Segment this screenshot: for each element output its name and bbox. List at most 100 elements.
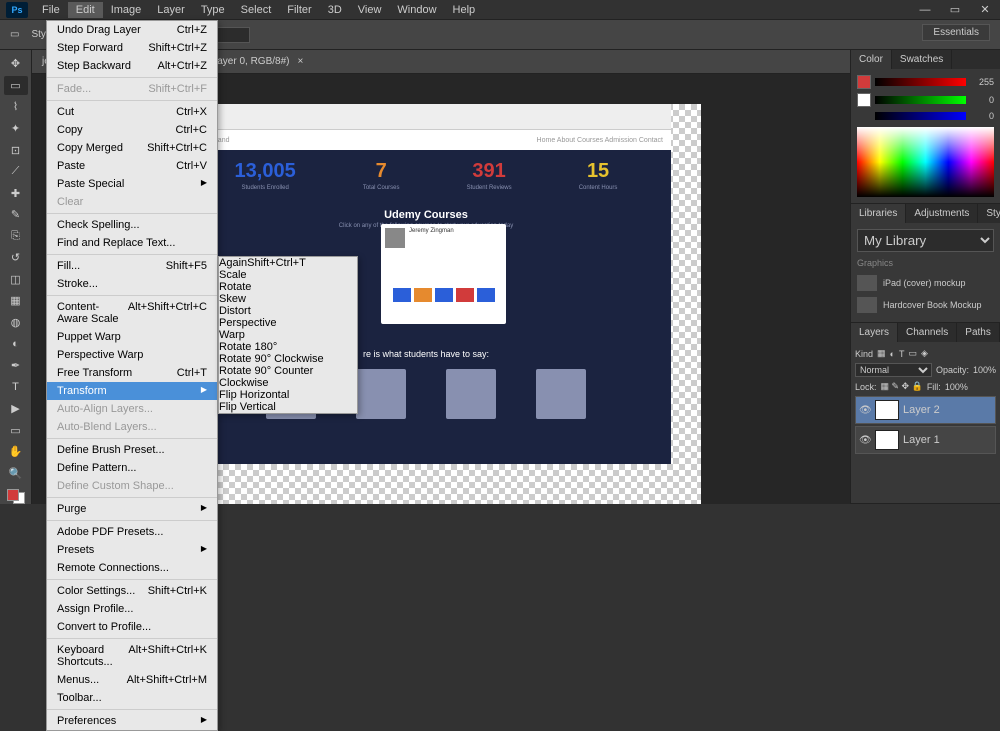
submenu-item-again[interactable]: AgainShift+Ctrl+T	[219, 257, 357, 269]
submenu-item-distort[interactable]: Distort	[219, 305, 357, 317]
path-select-tool[interactable]: ▶	[4, 399, 28, 419]
r-slider[interactable]	[875, 78, 966, 86]
menu-image[interactable]: Image	[103, 2, 150, 18]
tab-styles[interactable]: Styles	[978, 204, 1000, 223]
menu-item-purge[interactable]: Purge▶	[47, 500, 217, 518]
layer-row[interactable]: 👁Layer 1	[855, 426, 996, 454]
menu-item-copy-merged[interactable]: Copy MergedShift+Ctrl+C	[47, 139, 217, 157]
submenu-item-rotate-clockwise[interactable]: Rotate 90° Clockwise	[219, 353, 357, 365]
menu-item-assign-profile-[interactable]: Assign Profile...	[47, 600, 217, 618]
minimize-button[interactable]: —	[910, 0, 940, 20]
library-item[interactable]: Hardcover Book Mockup	[857, 294, 994, 316]
menu-item-paste-special[interactable]: Paste Special▶	[47, 175, 217, 193]
submenu-item-flip-horizontal[interactable]: Flip Horizontal	[219, 389, 357, 401]
menu-item-preferences[interactable]: Preferences▶	[47, 712, 217, 730]
menu-item-undo-drag-layer[interactable]: Undo Drag LayerCtrl+Z	[47, 21, 217, 39]
dodge-tool[interactable]: ◐	[4, 334, 28, 354]
spot-heal-tool[interactable]: ✚	[4, 183, 28, 203]
menu-item-presets[interactable]: Presets▶	[47, 541, 217, 559]
menu-item-content-aware-scale[interactable]: Content-Aware ScaleAlt+Shift+Ctrl+C	[47, 298, 217, 328]
hand-tool[interactable]: ✋	[4, 442, 28, 462]
tab-paths[interactable]: Paths	[957, 323, 1000, 342]
maximize-button[interactable]: ▭	[940, 0, 970, 20]
magic-wand-tool[interactable]: ✦	[4, 119, 28, 139]
menu-3d[interactable]: 3D	[320, 2, 350, 18]
menu-item-puppet-warp[interactable]: Puppet Warp	[47, 328, 217, 346]
g-slider[interactable]	[875, 96, 966, 104]
clone-stamp-tool[interactable]: ⎘	[4, 227, 28, 247]
lock-icons[interactable]: ▦ ✎ ✥ 🔒	[881, 381, 923, 392]
menu-item-copy[interactable]: CopyCtrl+C	[47, 121, 217, 139]
menu-item-find-and-replace-text-[interactable]: Find and Replace Text...	[47, 234, 217, 252]
eraser-tool[interactable]: ◫	[4, 270, 28, 290]
menu-filter[interactable]: Filter	[279, 2, 319, 18]
history-brush-tool[interactable]: ↺	[4, 248, 28, 268]
submenu-item-skew[interactable]: Skew	[219, 293, 357, 305]
shape-tool[interactable]: ▭	[4, 421, 28, 441]
menu-window[interactable]: Window	[389, 2, 444, 18]
visibility-icon[interactable]: 👁	[859, 435, 871, 446]
menu-item-transform[interactable]: Transform▶	[47, 382, 217, 400]
workspace-switcher[interactable]: Essentials	[922, 24, 990, 41]
library-item[interactable]: iPad (cover) mockup	[857, 272, 994, 294]
eyedropper-tool[interactable]: ⟋	[4, 162, 28, 182]
submenu-item-warp[interactable]: Warp	[219, 329, 357, 341]
menu-item-adobe-pdf-presets-[interactable]: Adobe PDF Presets...	[47, 523, 217, 541]
menu-select[interactable]: Select	[233, 2, 280, 18]
menu-item-menus-[interactable]: Menus...Alt+Shift+Ctrl+M	[47, 671, 217, 689]
menu-item-toolbar-[interactable]: Toolbar...	[47, 689, 217, 707]
fg-color[interactable]	[7, 489, 19, 501]
marquee-tool[interactable]: ▭	[4, 76, 28, 96]
type-tool[interactable]: T	[4, 377, 28, 397]
tab-color[interactable]: Color	[851, 50, 892, 69]
close-button[interactable]: ✕	[970, 0, 1000, 20]
zoom-tool[interactable]: 🔍	[4, 464, 28, 484]
submenu-item-rotate-[interactable]: Rotate 180°	[219, 341, 357, 353]
menu-item-paste[interactable]: PasteCtrl+V	[47, 157, 217, 175]
submenu-item-rotate-counter-clockwise[interactable]: Rotate 90° Counter Clockwise	[219, 365, 357, 389]
filter-smart-icon[interactable]: ◈	[921, 348, 928, 359]
tab-swatches[interactable]: Swatches	[892, 50, 952, 69]
menu-help[interactable]: Help	[445, 2, 484, 18]
menu-item-perspective-warp[interactable]: Perspective Warp	[47, 346, 217, 364]
menu-file[interactable]: File	[34, 2, 68, 18]
submenu-item-scale[interactable]: Scale	[219, 269, 357, 281]
layer-row[interactable]: 👁Layer 2	[855, 396, 996, 424]
library-select[interactable]: My Library	[857, 229, 994, 252]
gradient-tool[interactable]: ▦	[4, 291, 28, 311]
filter-pixel-icon[interactable]: ▦	[877, 348, 886, 359]
menu-item-define-brush-preset-[interactable]: Define Brush Preset...	[47, 441, 217, 459]
submenu-item-perspective[interactable]: Perspective	[219, 317, 357, 329]
b-slider[interactable]	[875, 112, 966, 120]
menu-view[interactable]: View	[350, 2, 390, 18]
filter-adjust-icon[interactable]: ◐	[890, 349, 895, 359]
tab-layers[interactable]: Layers	[851, 323, 898, 342]
menu-item-color-settings-[interactable]: Color Settings...Shift+Ctrl+K	[47, 582, 217, 600]
visibility-icon[interactable]: 👁	[859, 405, 871, 416]
color-spectrum[interactable]	[857, 127, 994, 197]
submenu-item-flip-vertical[interactable]: Flip Vertical	[219, 401, 357, 413]
brush-tool[interactable]: ✎	[4, 205, 28, 225]
menu-item-step-forward[interactable]: Step ForwardShift+Ctrl+Z	[47, 39, 217, 57]
blur-tool[interactable]: ◍	[4, 313, 28, 333]
menu-item-step-backward[interactable]: Step BackwardAlt+Ctrl+Z	[47, 57, 217, 75]
menu-item-cut[interactable]: CutCtrl+X	[47, 103, 217, 121]
menu-type[interactable]: Type	[193, 2, 233, 18]
filter-type-icon[interactable]: T	[899, 349, 905, 359]
lasso-tool[interactable]: ⌇	[4, 97, 28, 117]
filter-shape-icon[interactable]: ▭	[908, 348, 917, 359]
menu-item-convert-to-profile-[interactable]: Convert to Profile...	[47, 618, 217, 636]
tab-channels[interactable]: Channels	[898, 323, 957, 342]
menu-item-remote-connections-[interactable]: Remote Connections...	[47, 559, 217, 577]
close-tab-icon[interactable]: ×	[297, 56, 303, 67]
menu-item-keyboard-shortcuts-[interactable]: Keyboard Shortcuts...Alt+Shift+Ctrl+K	[47, 641, 217, 671]
menu-item-stroke-[interactable]: Stroke...	[47, 275, 217, 293]
menu-item-define-pattern-[interactable]: Define Pattern...	[47, 459, 217, 477]
color-swatch[interactable]	[7, 489, 25, 504]
pen-tool[interactable]: ✒	[4, 356, 28, 376]
menu-layer[interactable]: Layer	[149, 2, 193, 18]
tab-libraries[interactable]: Libraries	[851, 204, 906, 223]
menu-edit[interactable]: Edit	[68, 2, 103, 18]
move-tool[interactable]: ✥	[4, 54, 28, 74]
blend-mode-select[interactable]: Normal	[855, 363, 932, 377]
